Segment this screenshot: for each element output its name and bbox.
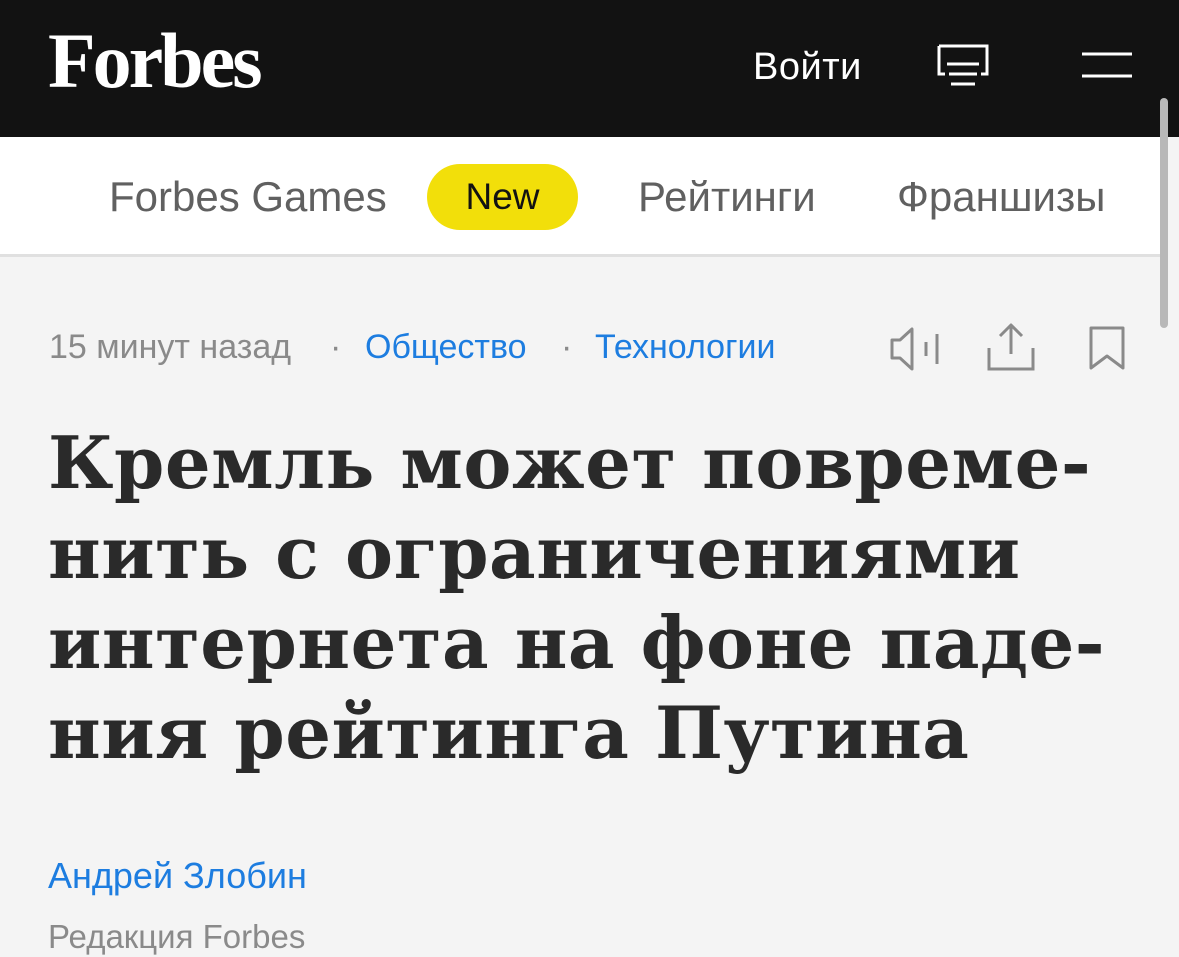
share-icon[interactable] xyxy=(986,322,1036,372)
forbes-logo[interactable]: Forbes xyxy=(48,22,263,100)
reader-mode-icon[interactable] xyxy=(937,44,989,92)
new-badge: New xyxy=(427,164,578,230)
meta-separator: · xyxy=(561,328,573,366)
site-header: Forbes Войти xyxy=(0,0,1179,137)
page: Forbes Войти Forbes Games New Рейтинги Ф… xyxy=(0,0,1179,957)
author-role: Редакция Forbes xyxy=(48,918,306,955)
audio-icon[interactable] xyxy=(889,326,943,372)
publish-time: 15 минут назад xyxy=(49,328,292,366)
headline-line: интернета на фоне паде- xyxy=(48,600,1106,685)
tag-society[interactable]: Общество xyxy=(365,328,527,367)
nav-item-ratings[interactable]: Рейтинги xyxy=(638,173,816,221)
nav-item-franchises[interactable]: Франшизы xyxy=(897,173,1105,221)
section-nav: Forbes Games New Рейтинги Франшизы xyxy=(0,137,1160,257)
author-link[interactable]: Андрей Злобин xyxy=(48,855,307,897)
headline-line: нить с ограничениями xyxy=(48,510,1021,595)
tag-technology[interactable]: Технологии xyxy=(595,328,775,367)
article-headline: Кремль может повреме- нить с ограничения… xyxy=(48,418,1128,778)
bookmark-icon[interactable] xyxy=(1088,325,1126,371)
meta-separator: · xyxy=(330,328,342,366)
headline-line: ния рейтинга Путина xyxy=(48,690,970,775)
headline-line: Кремль может повреме- xyxy=(48,420,1092,505)
nav-item-forbes-games[interactable]: Forbes Games xyxy=(109,173,387,221)
login-button[interactable]: Войти xyxy=(753,46,862,89)
scrollbar[interactable] xyxy=(1160,98,1168,328)
hamburger-menu-icon[interactable] xyxy=(1082,51,1132,79)
